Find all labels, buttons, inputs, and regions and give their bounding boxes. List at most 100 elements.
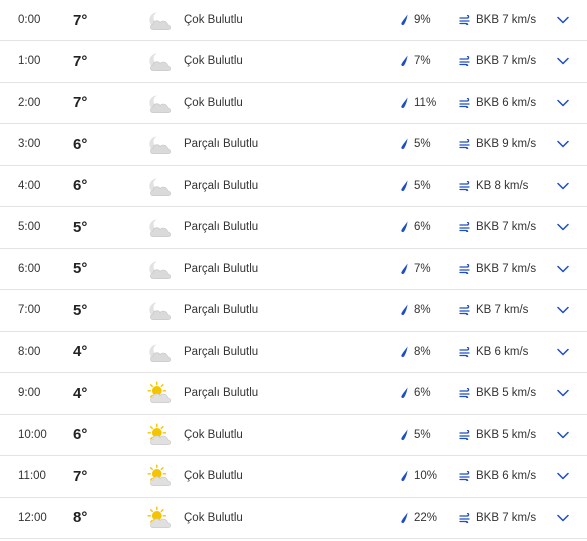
raindrop-icon: [401, 138, 408, 150]
precip-value: 5%: [414, 179, 431, 192]
condition-label: Çok Bulutlu: [184, 470, 243, 483]
hourly-forecast-row-0[interactable]: 0:00 7° Çok Bulutlu 9% BKB 7 km/s: [0, 0, 587, 41]
wind: BKB 6 km/s: [459, 456, 536, 497]
wind-icon: [459, 388, 470, 399]
precipitation: 5%: [400, 124, 431, 165]
hourly-forecast-row-10[interactable]: 10:00 6° Çok Bulutlu 5% BKB 5 km/s: [0, 415, 587, 456]
expand-row-button[interactable]: [555, 41, 571, 82]
wind-icon: [459, 180, 470, 191]
condition-label: Parçalı Bulutlu: [184, 387, 259, 400]
day-cloudy-icon: [147, 464, 171, 487]
weather-icon: [146, 41, 176, 82]
wind-icon: [459, 139, 470, 150]
hour-label: 1:00: [18, 55, 41, 68]
temperature-value: 5°: [73, 301, 88, 319]
raindrop-icon: [401, 387, 408, 399]
wind: BKB 9 km/s: [459, 124, 536, 165]
wind-value: BKB 9 km/s: [476, 138, 537, 151]
expand-row-button[interactable]: [555, 207, 571, 248]
hourly-forecast-row-9[interactable]: 9:00 4° Parçalı Bulutlu 6% BKB 5 km/s: [0, 373, 587, 415]
expand-row-button[interactable]: [555, 498, 571, 539]
night-cloudy-icon: [149, 53, 171, 72]
wind-value: BKB 7 km/s: [476, 14, 537, 26]
condition-label: Çok Bulutlu: [184, 14, 243, 26]
night-partly-cloudy-icon: [149, 302, 171, 321]
precipitation: 7%: [400, 249, 431, 290]
precipitation: 5%: [400, 415, 431, 456]
condition-label: Çok Bulutlu: [184, 511, 243, 524]
expand-row-button[interactable]: [555, 124, 571, 165]
wind-icon: [459, 429, 470, 440]
wind-icon: [459, 15, 470, 25]
precipitation: 5%: [400, 166, 431, 207]
condition-label: Çok Bulutlu: [184, 55, 243, 68]
wind-value: BKB 6 km/s: [476, 470, 537, 483]
chevron-down-icon: [557, 348, 569, 355]
hour-label: 8:00: [18, 345, 41, 358]
wind-value: BKB 6 km/s: [476, 96, 537, 109]
wind-icon: [459, 512, 470, 523]
hourly-forecast-row-5[interactable]: 5:00 5° Parçalı Bulutlu 6% BKB 7 km/s: [0, 207, 587, 249]
precipitation: 7%: [400, 41, 431, 82]
temperature-value: 7°: [73, 52, 88, 70]
raindrop-icon: [401, 55, 408, 67]
hourly-forecast-row-8[interactable]: 8:00 4° Parçalı Bulutlu 8% KB 6 km/s: [0, 332, 587, 373]
temperature-value: 4°: [73, 384, 88, 402]
wind: BKB 7 km/s: [459, 249, 536, 290]
precip-value: 8%: [414, 345, 431, 358]
wind-value: KB 6 km/s: [476, 345, 529, 358]
expand-row-button[interactable]: [555, 290, 571, 331]
hourly-forecast-row-4[interactable]: 4:00 6° Parçalı Bulutlu 5% KB 8 km/s: [0, 166, 587, 207]
wind: BKB 5 km/s: [459, 373, 536, 414]
chevron-down-icon: [557, 99, 569, 106]
expand-row-button[interactable]: [555, 415, 571, 456]
temperature-value: 7°: [73, 467, 88, 485]
chevron-down-icon: [557, 182, 569, 189]
wind-value: BKB 5 km/s: [476, 428, 537, 441]
day-cloudy-icon: [147, 506, 171, 528]
raindrop-icon: [401, 429, 408, 440]
chevron-down-icon: [557, 390, 569, 397]
precipitation: 10%: [400, 456, 437, 497]
hourly-forecast-row-1[interactable]: 1:00 7° Çok Bulutlu 7% BKB 7 km/s: [0, 41, 587, 83]
hour-label: 2:00: [18, 96, 41, 109]
raindrop-icon: [401, 221, 408, 233]
expand-row-button[interactable]: [555, 456, 571, 497]
night-partly-cloudy-icon: [149, 178, 171, 196]
temperature-value: 7°: [73, 94, 88, 112]
precipitation: 11%: [400, 83, 436, 124]
expand-row-button[interactable]: [555, 166, 571, 207]
night-cloudy-icon: [149, 95, 171, 113]
raindrop-icon: [401, 97, 408, 108]
raindrop-icon: [401, 14, 408, 26]
hourly-forecast-row-6[interactable]: 6:00 5° Parçalı Bulutlu 7% BKB 7 km/s: [0, 249, 587, 290]
hourly-forecast-row-2[interactable]: 2:00 7° Çok Bulutlu 11% BKB 6 km/s: [0, 83, 587, 124]
hourly-forecast-row-11[interactable]: 11:00 7° Çok Bulutlu 10% BKB 6 km/s: [0, 456, 587, 498]
weather-icon: [146, 83, 176, 124]
wind-value: BKB 7 km/s: [476, 55, 537, 68]
chevron-down-icon: [557, 58, 569, 65]
precip-value: 9%: [414, 14, 431, 26]
wind-icon: [459, 56, 470, 67]
wind: BKB 7 km/s: [459, 0, 536, 40]
night-partly-cloudy-icon: [149, 344, 171, 362]
expand-row-button[interactable]: [555, 332, 571, 373]
expand-row-button[interactable]: [555, 373, 571, 414]
hour-label: 6:00: [18, 262, 41, 275]
expand-row-button[interactable]: [555, 0, 571, 40]
day-cloudy-icon: [147, 423, 171, 445]
wind-icon: [459, 222, 470, 233]
wind-value: BKB 7 km/s: [476, 511, 537, 524]
hourly-forecast-list: 0:00 7° Çok Bulutlu 9% BKB 7 km/s 1:00 7…: [0, 0, 587, 539]
hourly-forecast-row-3[interactable]: 3:00 6° Parçalı Bulutlu 5% BKB 9 km/s: [0, 124, 587, 166]
hour-label: 3:00: [18, 138, 41, 151]
hourly-forecast-row-7[interactable]: 7:00 5° Parçalı Bulutlu 8% KB 7 km/s: [0, 290, 587, 332]
weather-icon: [146, 249, 176, 290]
hourly-forecast-row-12[interactable]: 12:00 8° Çok Bulutlu 22% BKB 7 km/s: [0, 498, 587, 539]
expand-row-button[interactable]: [555, 249, 571, 290]
precip-value: 6%: [414, 387, 431, 400]
expand-row-button[interactable]: [555, 83, 571, 124]
temperature-value: 7°: [73, 11, 88, 29]
temperature-value: 6°: [73, 135, 88, 153]
chevron-down-icon: [557, 16, 569, 24]
